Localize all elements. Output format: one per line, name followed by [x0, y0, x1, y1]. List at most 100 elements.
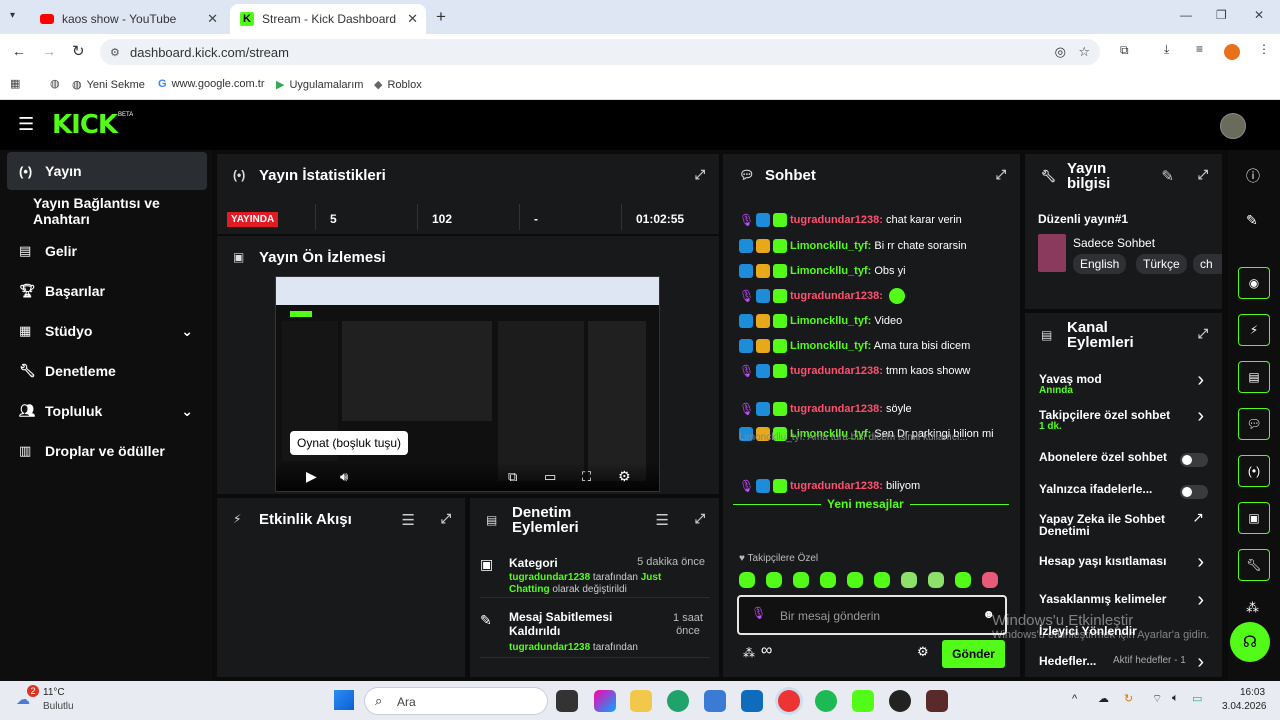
- modlog-user[interactable]: tugradundar1238: [509, 572, 590, 583]
- app-thumbnail-icon[interactable]: [926, 690, 948, 712]
- rail-camera-button[interactable]: ◉: [1238, 267, 1270, 299]
- play-icon[interactable]: ▶: [306, 468, 317, 485]
- sidebar-item-basarilar[interactable]: 🏆︎ Başarılar: [7, 272, 207, 310]
- close-window-button[interactable]: ✕: [1254, 8, 1264, 22]
- close-icon[interactable]: ✕: [207, 11, 218, 27]
- emote-icon[interactable]: [739, 572, 755, 588]
- rail-preview-button[interactable]: ▣: [1238, 502, 1270, 534]
- task-view-icon[interactable]: [556, 690, 578, 712]
- sidebar-item-stream-key[interactable]: Yayın Bağlantısı ve Anahtarı: [7, 192, 207, 230]
- points-icon[interactable]: ⁂: [743, 646, 755, 660]
- chevron-right-icon[interactable]: ›: [1197, 551, 1204, 574]
- menu-icon[interactable]: ⋮: [1258, 42, 1270, 56]
- copilot-icon[interactable]: [594, 690, 616, 712]
- chat-username[interactable]: Limonckllu_tyf:: [790, 265, 871, 277]
- filter-icon[interactable]: ☰: [402, 511, 415, 529]
- chat-username[interactable]: tugradundar1238:: [790, 365, 883, 377]
- toggle-switch[interactable]: [1180, 485, 1208, 499]
- clock-time[interactable]: 16:03: [1240, 687, 1265, 698]
- rail-chat-button[interactable]: 💬︎: [1238, 408, 1270, 440]
- channel-action-row[interactable]: Hesap yaşı kısıtlaması: [1039, 555, 1209, 567]
- channel-action-row[interactable]: Hedefler... Aktif hedefler - 1: [1039, 655, 1209, 667]
- video-player[interactable]: Oynat (boşluk tuşu) ▶ 🔊︎ ⧉ ▭ ⛶ ⚙: [275, 276, 660, 492]
- sidebar-item-gelir[interactable]: ▤ Gelir: [7, 232, 207, 270]
- sidebar-item-yayin[interactable]: (•) Yayın: [7, 152, 207, 190]
- chat-username[interactable]: tugradundar1238:: [790, 290, 883, 302]
- chevron-right-icon[interactable]: ›: [1197, 369, 1204, 392]
- back-icon[interactable]: ←: [12, 43, 26, 59]
- outlook-icon[interactable]: [741, 690, 763, 712]
- toggle-switch[interactable]: [1180, 453, 1208, 467]
- send-button[interactable]: Gönder: [942, 640, 1005, 668]
- chevron-right-icon[interactable]: ›: [1197, 651, 1204, 674]
- chat-username[interactable]: Limonckllu_tyf:: [790, 240, 871, 252]
- new-messages-label[interactable]: Yeni mesajlar: [821, 497, 910, 511]
- kick-app-icon[interactable]: [852, 690, 874, 712]
- chrome-icon[interactable]: [778, 690, 800, 712]
- tab-list-icon[interactable]: ▾: [10, 10, 15, 21]
- file-explorer-icon[interactable]: [630, 690, 652, 712]
- dots-icon[interactable]: ⁂: [1246, 600, 1259, 616]
- chat-username[interactable]: tugradundar1238:: [790, 214, 883, 226]
- maximize-button[interactable]: ❐: [1216, 8, 1227, 22]
- reload-icon[interactable]: ↻: [72, 42, 85, 60]
- emote-icon[interactable]: [982, 572, 998, 588]
- pip-icon[interactable]: ⧉: [508, 469, 517, 485]
- kick-logo[interactable]: KICK: [52, 110, 118, 140]
- user-avatar[interactable]: [1220, 113, 1246, 139]
- rail-wrench-button[interactable]: 🔧︎: [1238, 549, 1270, 581]
- sidebar-item-denetleme[interactable]: 🔧︎ Denetleme: [7, 352, 207, 390]
- channel-action-row[interactable]: Takipçilere özel sohbet 1 dk.: [1039, 409, 1209, 433]
- emote-icon[interactable]: [901, 572, 917, 588]
- bookmark-roblox[interactable]: ◆ Roblox: [374, 78, 422, 92]
- chevron-right-icon[interactable]: ›: [1197, 405, 1204, 428]
- info-icon[interactable]: ⓘ: [1246, 166, 1260, 186]
- rail-document-button[interactable]: ▤: [1238, 361, 1270, 393]
- expand-icon[interactable]: ⤢: [695, 167, 705, 183]
- edge-icon[interactable]: [667, 690, 689, 712]
- support-button[interactable]: ☊: [1230, 622, 1270, 662]
- url-field[interactable]: ⚙ dashboard.kick.com/stream ◎ ☆: [100, 39, 1100, 65]
- expand-icon[interactable]: ⤢: [441, 511, 451, 527]
- chat-username[interactable]: tugradundar1238:: [790, 480, 883, 492]
- emote-icon[interactable]: [820, 572, 836, 588]
- clock-date[interactable]: 3.04.2026: [1222, 701, 1267, 712]
- bookmark-apps[interactable]: ▶ Uygulamalarım: [276, 78, 363, 92]
- eye-off-icon[interactable]: ◎: [1055, 44, 1066, 60]
- filter-icon[interactable]: ☰: [656, 511, 669, 529]
- chat-input[interactable]: 🎙︎ Bir mesaj gönderin ☻: [737, 595, 1007, 635]
- volume-icon[interactable]: 🔈︎: [1172, 692, 1179, 705]
- external-link-icon[interactable]: ↗: [1192, 509, 1204, 526]
- battery-icon[interactable]: ▭: [1192, 692, 1202, 705]
- star-icon[interactable]: ☆: [1078, 44, 1090, 60]
- expand-icon[interactable]: ⤢: [1198, 326, 1208, 342]
- chat-username[interactable]: tugradundar1238:: [790, 403, 883, 415]
- chat-username[interactable]: Limonckllu_tyf:: [790, 315, 871, 327]
- new-tab-button[interactable]: +: [436, 7, 446, 27]
- chevron-right-icon[interactable]: ›: [1197, 589, 1204, 612]
- emote-icon[interactable]: [928, 572, 944, 588]
- minimize-button[interactable]: —: [1180, 8, 1192, 22]
- apps-icon[interactable]: ▦: [10, 77, 20, 90]
- chat-settings-icon[interactable]: ⚙: [917, 644, 929, 660]
- windows-start-icon[interactable]: [334, 690, 354, 710]
- expand-icon[interactable]: ⤢: [996, 167, 1006, 183]
- expand-icon[interactable]: ⤢: [695, 511, 705, 527]
- emote-icon[interactable]: [874, 572, 890, 588]
- tab-kick-dashboard[interactable]: K Stream - Kick Dashboard ✕: [230, 4, 426, 34]
- tray-cloud-icon[interactable]: ☁: [1098, 692, 1109, 705]
- tray-refresh-icon[interactable]: ↻: [1124, 692, 1133, 705]
- obs-icon[interactable]: [889, 690, 911, 712]
- tray-chevron-icon[interactable]: ^: [1072, 693, 1077, 705]
- close-icon[interactable]: ✕: [407, 11, 418, 27]
- emote-icon[interactable]: [955, 572, 971, 588]
- taskbar-search[interactable]: ⌕ Ara: [364, 687, 548, 715]
- download-icon[interactable]: ⤓: [1164, 42, 1169, 57]
- emote-icon[interactable]: [766, 572, 782, 588]
- edit-icon[interactable]: ✎: [1246, 212, 1258, 229]
- edit-icon[interactable]: ✎: [1161, 167, 1174, 185]
- spotify-icon[interactable]: [815, 690, 837, 712]
- rail-bolt-button[interactable]: ⚡︎: [1238, 314, 1270, 346]
- hamburger-icon[interactable]: ☰: [18, 114, 34, 135]
- chat-username[interactable]: Limonckllu_tyf:: [790, 340, 871, 352]
